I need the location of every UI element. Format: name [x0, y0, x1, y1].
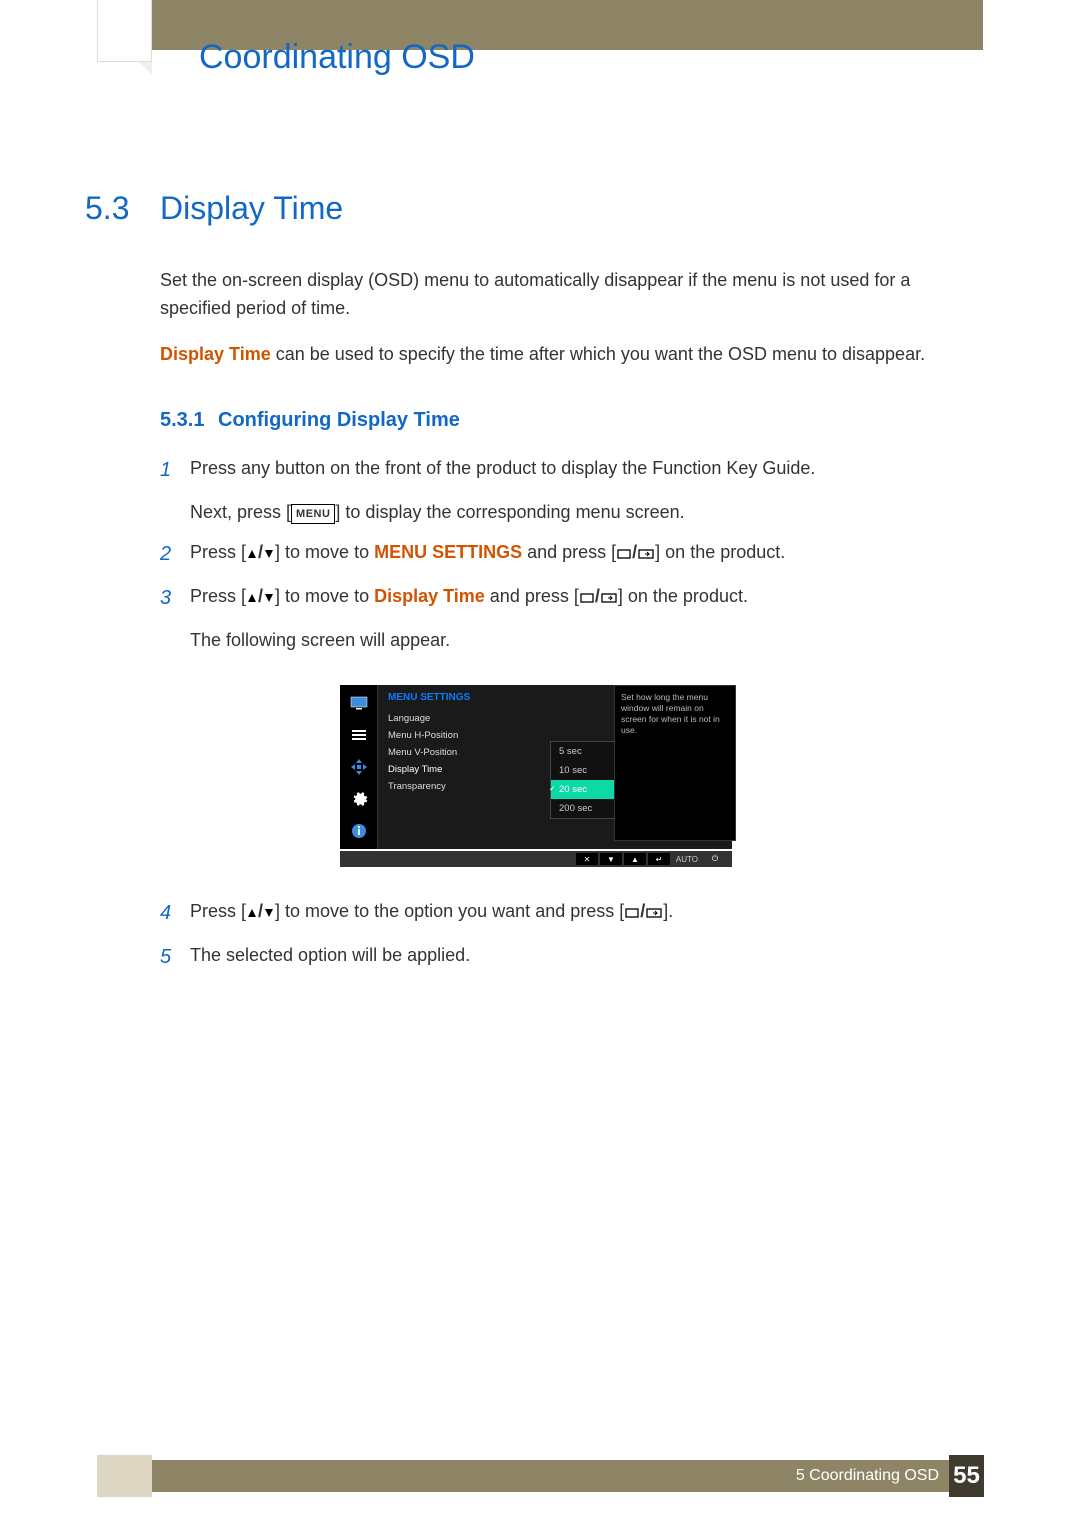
source-icon — [638, 549, 654, 559]
step-number: 3 — [160, 582, 190, 614]
step-1: 1 Press any button on the front of the p… — [160, 454, 985, 486]
menu-button-label: MENU — [291, 504, 335, 525]
monitor-icon — [347, 691, 371, 715]
list-icon — [347, 723, 371, 747]
step-3: 3 Press [/] to move to Display Time and … — [160, 582, 985, 614]
triangle-up-icon — [247, 908, 257, 918]
triangle-down-icon — [264, 908, 274, 918]
osd-screenshot: MENU SETTINGS LanguageEnglish Menu H-Pos… — [340, 685, 740, 867]
screen-icon — [625, 908, 639, 918]
intro-highlight: Display Time — [160, 344, 271, 364]
osd-bottom-bar: ✕ ▼ ▲ ↵ AUTO ⏻ — [340, 851, 732, 867]
step-number: 4 — [160, 897, 190, 929]
step-3-continuation: The following screen will appear. — [190, 626, 985, 655]
section-title: Display Time — [160, 190, 343, 227]
triangle-up-icon: ▲ — [624, 853, 646, 865]
osd-help-panel: Set how long the menu window will remain… — [614, 685, 736, 841]
step-body: The selected option will be applied. — [190, 941, 985, 973]
subsection-number: 5.3.1 — [160, 409, 218, 432]
info-icon — [347, 819, 371, 843]
page-content: 5.3 Display Time Set the on-screen displ… — [85, 190, 985, 985]
triangle-down-icon — [264, 593, 274, 603]
step-number: 5 — [160, 941, 190, 973]
triangle-up-icon — [247, 593, 257, 603]
footer-bar: 5 Coordinating OSD — [152, 1460, 949, 1492]
section-number: 5.3 — [85, 190, 160, 227]
chapter-title: Coordinating OSD — [199, 38, 475, 77]
page-number: 55 — [949, 1455, 984, 1497]
triangle-down-icon: ▼ — [600, 853, 622, 865]
step-body: Press [/] to move to MENU SETTINGS and p… — [190, 538, 985, 570]
step-number: 1 — [160, 454, 190, 486]
enter-icon: ↵ — [648, 853, 670, 865]
move-icon — [347, 755, 371, 779]
triangle-down-icon — [264, 549, 274, 559]
close-icon: ✕ — [576, 853, 598, 865]
gear-icon — [347, 787, 371, 811]
osd-sidebar — [340, 685, 378, 849]
step-1-continuation: Next, press [MENU] to display the corres… — [190, 498, 985, 527]
footer-left-strip — [97, 1455, 152, 1497]
triangle-up-icon — [247, 549, 257, 559]
step-5: 5 The selected option will be applied. — [160, 941, 985, 973]
screen-icon — [580, 593, 594, 603]
step-4: 4 Press [/] to move to the option you wa… — [160, 897, 985, 929]
power-icon: ⏻ — [704, 853, 726, 865]
intro-paragraph: Set the on-screen display (OSD) menu to … — [160, 267, 985, 323]
screen-icon — [617, 549, 631, 559]
step-body: Press any button on the front of the pro… — [190, 454, 985, 486]
step-number: 2 — [160, 538, 190, 570]
chapter-tab — [97, 0, 152, 62]
source-icon — [646, 908, 662, 918]
step-body: Press [/] to move to the option you want… — [190, 897, 985, 929]
source-icon — [601, 593, 617, 603]
step-2: 2 Press [/] to move to MENU SETTINGS and… — [160, 538, 985, 570]
subsection-title: Configuring Display Time — [218, 409, 460, 432]
display-time-label: Display Time — [374, 586, 485, 606]
auto-label: AUTO — [672, 855, 702, 864]
intro-highlight-paragraph: Display Time can be used to specify the … — [160, 341, 985, 369]
menu-settings-label: MENU SETTINGS — [374, 542, 522, 562]
footer-text: 5 Coordinating OSD — [796, 1467, 939, 1485]
step-body: Press [/] to move to Display Time and pr… — [190, 582, 985, 614]
